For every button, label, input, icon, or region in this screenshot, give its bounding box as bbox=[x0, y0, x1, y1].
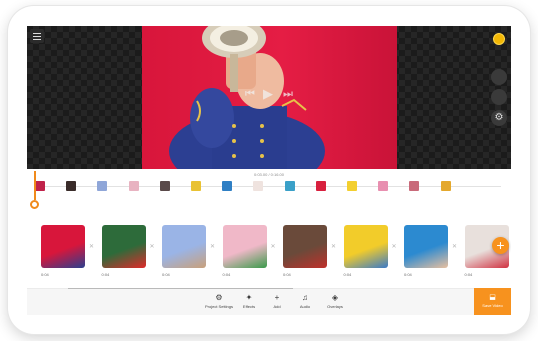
profile-avatar-icon[interactable] bbox=[493, 33, 505, 45]
effects-button[interactable]: ✦ Effects bbox=[234, 293, 264, 309]
timeline-thumbnail[interactable] bbox=[409, 181, 420, 191]
timeline-thumbnail[interactable] bbox=[284, 181, 295, 191]
project-settings-label: Project Settings bbox=[204, 304, 233, 309]
transition-icon[interactable]: ✕ bbox=[331, 243, 336, 250]
playhead[interactable] bbox=[34, 171, 36, 200]
audio-button[interactable]: ♫ Audio bbox=[290, 293, 320, 309]
video-frame: ⏮ ▶ ⏭ bbox=[142, 26, 397, 169]
timeline-thumbnail[interactable] bbox=[66, 181, 77, 191]
transition-icon[interactable]: ✕ bbox=[392, 243, 397, 250]
toolbar-divider bbox=[68, 288, 293, 289]
clip-thumbnail[interactable] bbox=[101, 225, 146, 268]
clip-thumbnail[interactable] bbox=[404, 225, 448, 268]
timeline-thumbnail[interactable] bbox=[440, 181, 451, 191]
timeline-thumbnail[interactable] bbox=[97, 181, 108, 191]
clip-thumbnail[interactable] bbox=[222, 225, 267, 268]
clip-duration: 0:04 bbox=[343, 272, 352, 277]
timeline-thumbnail[interactable] bbox=[253, 181, 264, 191]
clip-duration: 0:04 bbox=[404, 272, 412, 277]
save-video-label: Save Video bbox=[482, 303, 503, 308]
timeline-thumbnail[interactable] bbox=[128, 181, 139, 191]
previous-button[interactable]: ⏮ bbox=[245, 88, 255, 101]
timeline-thumbnail[interactable] bbox=[222, 181, 233, 191]
play-button[interactable]: ▶ bbox=[263, 86, 273, 102]
audio-label: Audio bbox=[299, 304, 311, 309]
timeline-thumbnail[interactable] bbox=[35, 181, 45, 191]
app-screen: ⏮ ▶ ⏭ ⚙ 0:03.00 / 0:16.00 0:04 ✕ 0:04 ✕ 0:04… bbox=[27, 26, 511, 315]
playhead-handle[interactable] bbox=[30, 200, 39, 209]
clip-thumbnail[interactable] bbox=[343, 225, 388, 268]
transition-icon[interactable]: ✕ bbox=[150, 243, 155, 250]
tablet-frame: ⏮ ▶ ⏭ ⚙ 0:03.00 / 0:16.00 0:04 ✕ 0:04 ✕ 0:04… bbox=[8, 6, 530, 334]
add-icon: + bbox=[274, 293, 280, 302]
clip-thumbnail[interactable] bbox=[162, 225, 206, 268]
overlays-label: Overlays bbox=[327, 304, 343, 309]
timeline-thumbnail[interactable] bbox=[191, 181, 201, 191]
project-settings-button[interactable]: ⚙ Project Settings bbox=[204, 293, 234, 309]
clip-duration: 0:04 bbox=[464, 272, 473, 277]
clip-duration: 0:04 bbox=[162, 272, 170, 277]
transition-icon[interactable]: ✕ bbox=[210, 243, 215, 250]
overlays-icon: ◈ bbox=[331, 293, 339, 302]
transition-icon[interactable]: ✕ bbox=[271, 243, 276, 250]
transition-icon[interactable]: ✕ bbox=[452, 243, 457, 250]
clip-duration: 0:04 bbox=[283, 272, 291, 277]
timeline-strip[interactable] bbox=[27, 180, 511, 192]
effects-icon: ✦ bbox=[245, 293, 253, 302]
timeline-thumbnail[interactable] bbox=[347, 181, 357, 191]
redo-icon[interactable] bbox=[491, 89, 507, 105]
menu-icon[interactable] bbox=[30, 29, 44, 43]
audio-icon: ♫ bbox=[302, 293, 308, 302]
effects-label: Effects bbox=[242, 304, 256, 309]
add-clip-button[interactable]: + bbox=[492, 237, 509, 254]
clip-duration: 0:04 bbox=[101, 272, 110, 277]
clip-thumbnail[interactable] bbox=[283, 225, 327, 268]
save-icon: ⬓ bbox=[489, 294, 496, 301]
add-button[interactable]: + Add bbox=[262, 293, 292, 309]
clip-duration: 0:04 bbox=[222, 272, 231, 277]
video-preview[interactable]: ⏮ ▶ ⏭ ⚙ bbox=[27, 26, 511, 169]
clip-duration: 0:04 bbox=[41, 272, 49, 277]
timeline-thumbnail[interactable] bbox=[315, 181, 326, 191]
gear-icon[interactable]: ⚙ bbox=[491, 110, 507, 126]
project-settings-icon: ⚙ bbox=[215, 293, 223, 302]
undo-icon[interactable] bbox=[491, 69, 507, 85]
add-label: Add bbox=[273, 304, 281, 309]
save-video-button[interactable]: ⬓ Save Video bbox=[474, 288, 511, 315]
timeline-thumbnail[interactable] bbox=[159, 181, 170, 191]
clip-thumbnail[interactable] bbox=[41, 225, 85, 268]
timecode: 0:03.00 / 0:16.00 bbox=[253, 172, 285, 177]
next-button[interactable]: ⏭ bbox=[283, 88, 293, 101]
overlays-button[interactable]: ◈ Overlays bbox=[320, 293, 350, 309]
timeline-thumbnail[interactable] bbox=[378, 181, 389, 191]
transition-icon[interactable]: ✕ bbox=[89, 243, 94, 250]
